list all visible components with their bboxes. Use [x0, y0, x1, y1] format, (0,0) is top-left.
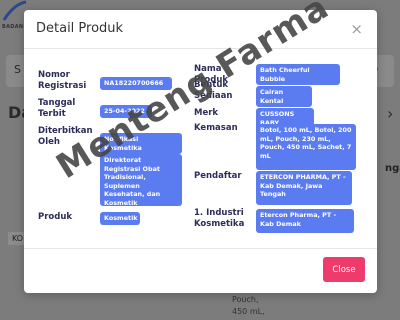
background-bottom-line: 450 mL,	[232, 307, 265, 316]
field-label-industri-kosmetika: 1. Industri Kosmetika	[194, 208, 245, 229]
field-value-industri-kosmetika: Etercon Pharma, PT - Kab Demak	[256, 209, 354, 233]
field-label-pendaftar: Pendaftar	[194, 171, 242, 181]
field-label-nomor-registrasi: Nomor Registrasi	[38, 70, 87, 91]
field-value-nama-produk: Bath Cheerful Bubble	[256, 64, 340, 85]
field-label-produk: Produk	[38, 212, 73, 222]
background-search-text: S	[14, 63, 21, 76]
field-value-bentuk-sediaan: Cairan Kental	[256, 86, 312, 107]
field-label-kemasan: Kemasan	[194, 123, 238, 133]
modal-title: Detail Produk	[36, 21, 124, 36]
close-button[interactable]: Close	[323, 257, 365, 282]
background-bottom-line: Pouch,	[232, 295, 259, 304]
field-label-merk: Merk	[194, 108, 219, 118]
background-bottom-text: Pouch, 450 mL,	[232, 294, 265, 318]
field-value-pendaftar: ETERCON PHARMA, PT - Kab Demak, Jawa Ten…	[256, 171, 352, 205]
close-icon[interactable]: ×	[350, 20, 363, 38]
field-value-kemasan: Botol, 100 mL, Botol, 200 mL, Pouch, 230…	[256, 124, 356, 170]
field-value-produk: Kosmetik	[100, 212, 140, 225]
chevron-right-icon[interactable]: ›	[387, 104, 393, 123]
field-value-direktorat: Direktorat Registrasi Obat Tradisional, …	[100, 154, 182, 207]
background-side-text: ngah	[385, 163, 400, 174]
field-label-tanggal-terbit: Tanggal Terbit	[38, 98, 76, 119]
